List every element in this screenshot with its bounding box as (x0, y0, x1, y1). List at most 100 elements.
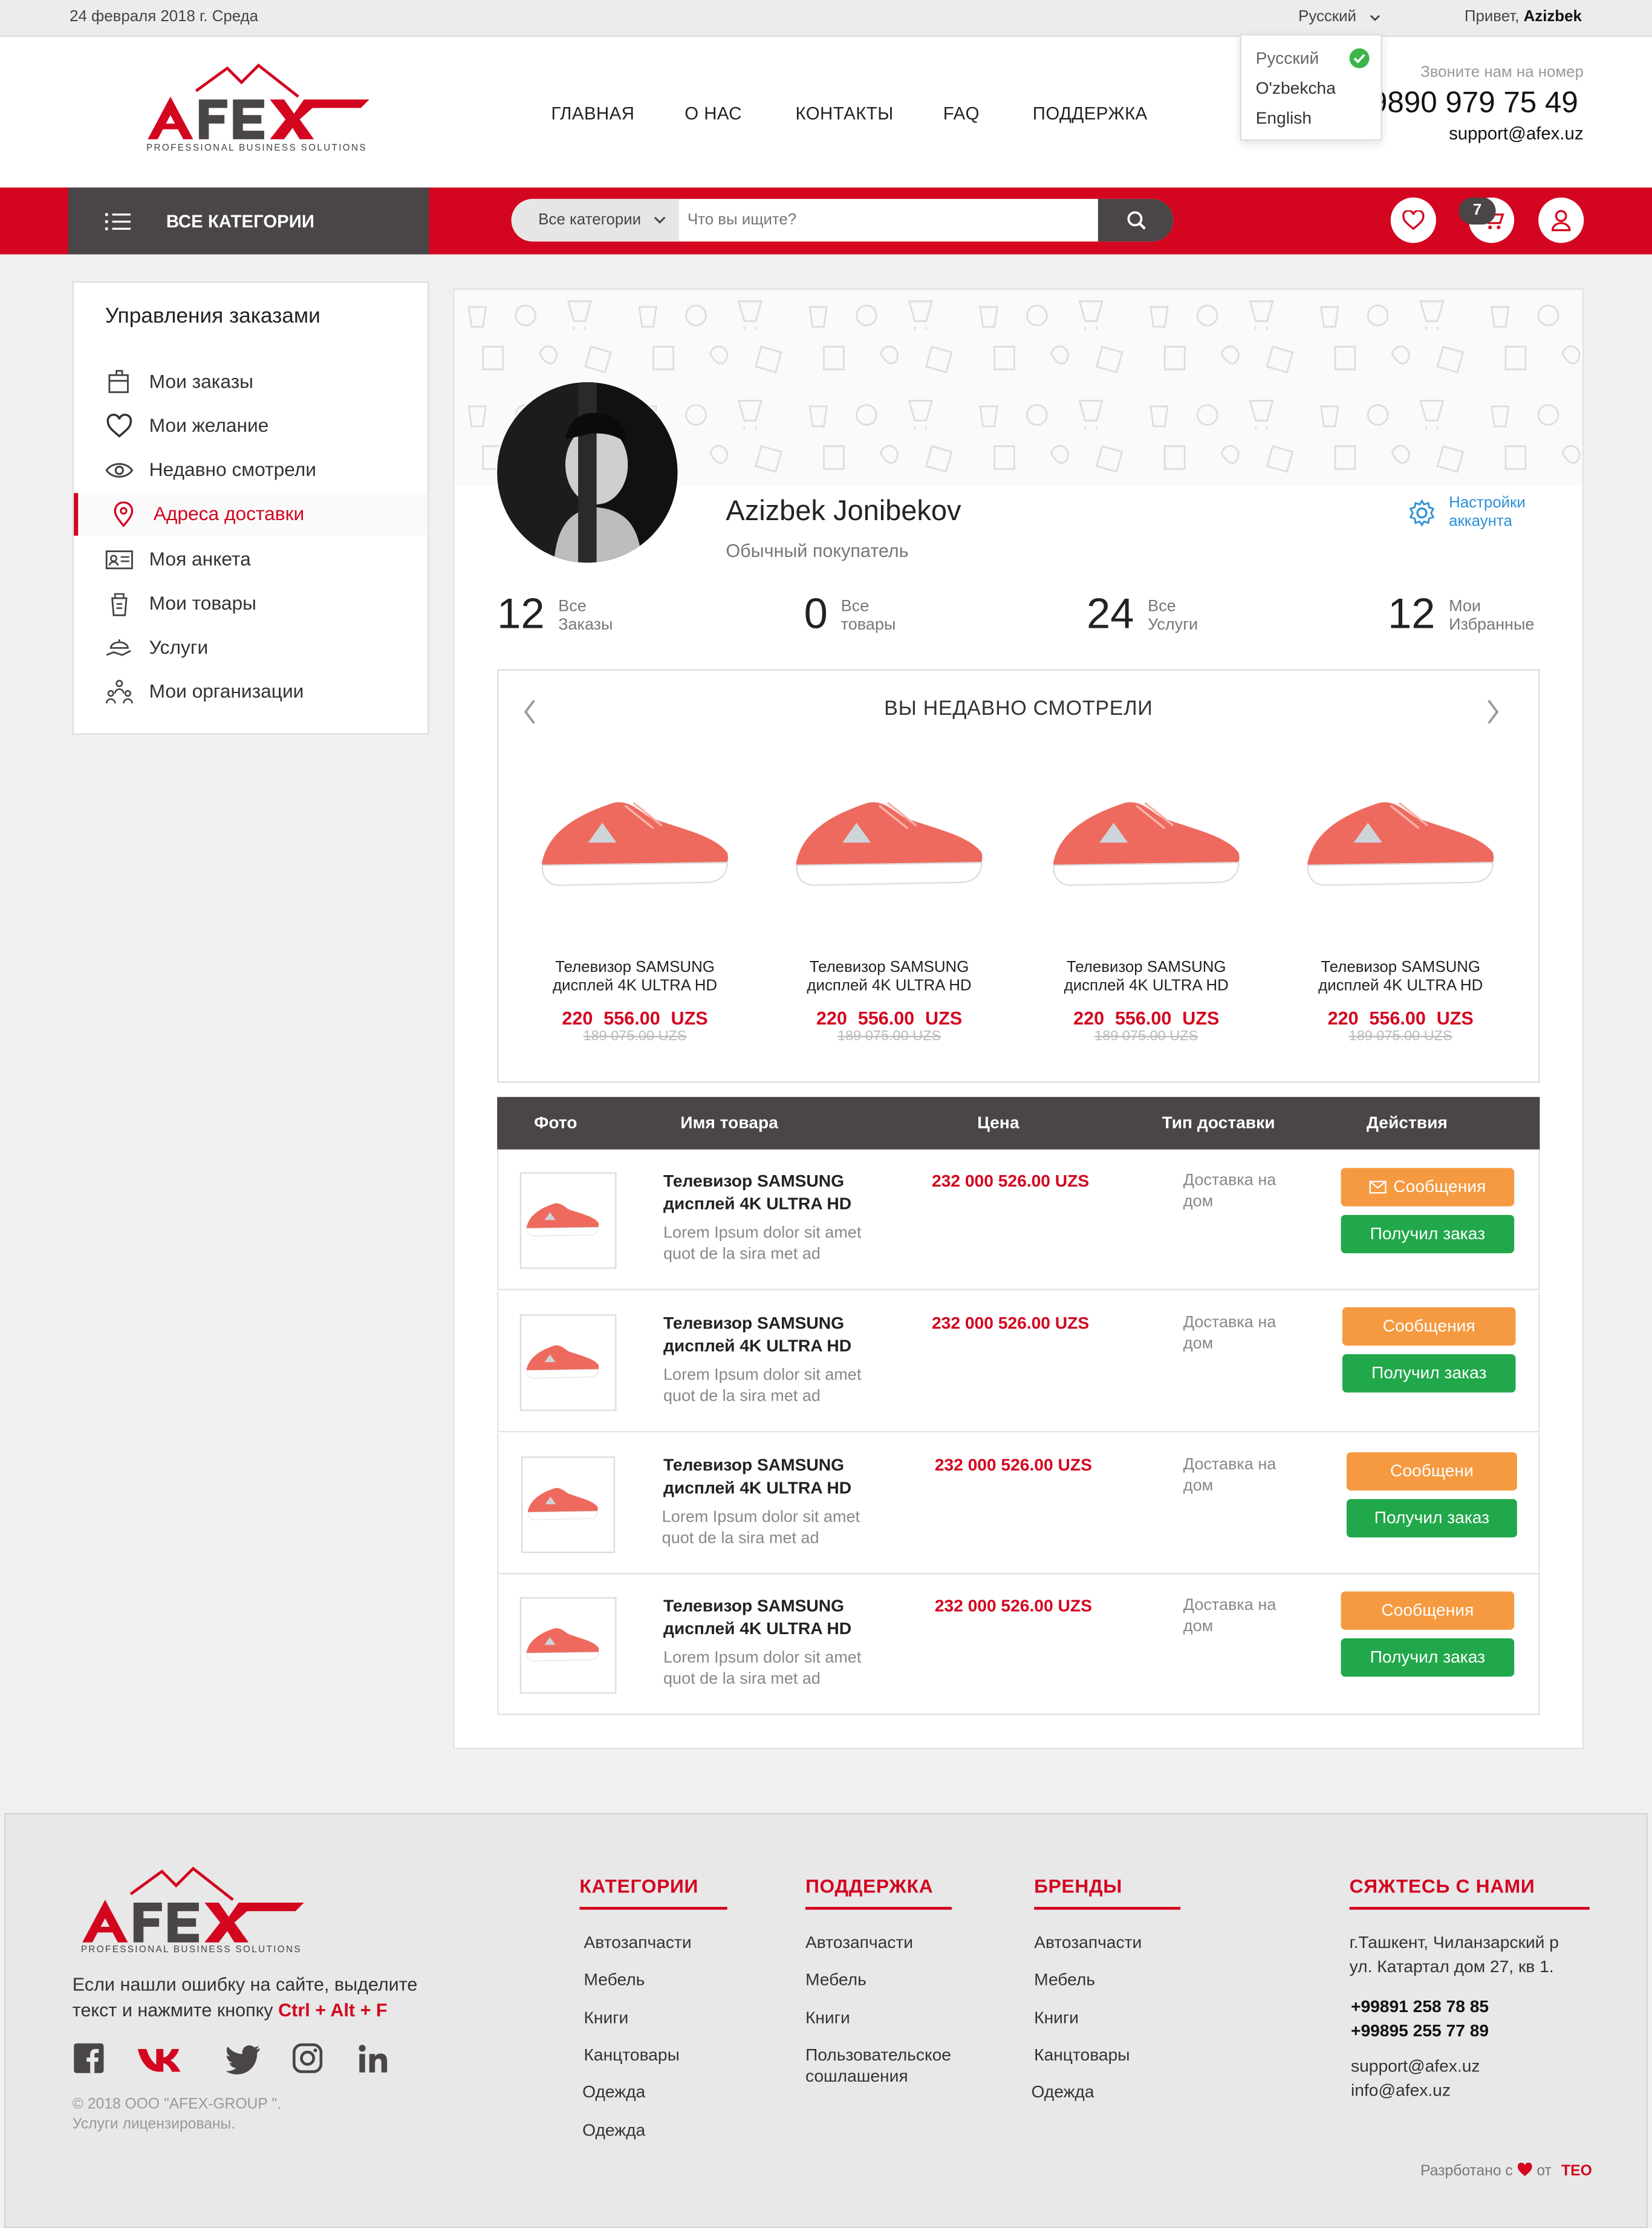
current-date: 24 февраля 2018 г. Среда (70, 8, 258, 26)
order-product-name[interactable]: Телевизор SAMSUNG дисплей 4K ULTRA HD (663, 1454, 891, 1499)
instagram-icon[interactable] (292, 2043, 323, 2073)
heart-icon (106, 414, 132, 438)
footer-heading-underline (805, 1907, 952, 1910)
footer-link[interactable]: Книги (1034, 2008, 1079, 2028)
avatar[interactable] (495, 380, 679, 564)
footer-link[interactable]: Мебель (805, 1969, 867, 1989)
footer-phone-1[interactable]: +99891 258 78 85 (1351, 1995, 1489, 2019)
messages-button[interactable]: Сообщения (1342, 1307, 1516, 1346)
error-report-hotkey: Ctrl + Alt + F (278, 1999, 388, 2021)
stat-value: 12 (1388, 591, 1436, 638)
copyright-line-1: © 2018 ООО "AFEX-GROUP ". (72, 2096, 281, 2113)
support-email[interactable]: support@afex.uz (1449, 123, 1583, 143)
received-order-button[interactable]: Получил заказ (1341, 1214, 1515, 1254)
language-selector[interactable]: Русский (1298, 8, 1380, 25)
sidebar-item-services[interactable]: Услуги (74, 627, 428, 669)
footer-link[interactable]: Канцтовары (584, 2045, 679, 2065)
user-greeting[interactable]: Привет, Azizbek (1465, 8, 1582, 25)
sidebar-item-label: Услуги (149, 636, 209, 658)
order-product-name[interactable]: Телевизор SAMSUNG дисплей 4K ULTRA HD (663, 1594, 891, 1640)
language-option-en[interactable]: English (1256, 108, 1312, 128)
chevron-right-icon[interactable] (1486, 699, 1500, 725)
heart-icon (1517, 2162, 1532, 2177)
received-order-button[interactable]: Получил заказ (1341, 1638, 1515, 1677)
footer-link[interactable]: Мебель (1034, 1969, 1095, 1989)
account-button[interactable] (1538, 197, 1584, 243)
column-header-photo: Фото (534, 1112, 577, 1133)
footer-link[interactable]: Автозапчасти (805, 1932, 913, 1952)
messages-button[interactable]: Сообщени (1346, 1452, 1517, 1491)
footer-link[interactable]: Книги (584, 2008, 628, 2028)
sidebar-item-my-goods[interactable]: Мои товары (74, 582, 428, 625)
nav-support[interactable]: ПОДДЕРЖКА (1033, 104, 1148, 124)
envelope-icon (1369, 1181, 1387, 1194)
footer-link[interactable]: Одежда (582, 2082, 645, 2102)
recent-product-card[interactable]: Телевизор SAMSUNG дисплей 4K ULTRA HD 22… (1026, 774, 1267, 1044)
search-button[interactable] (1098, 198, 1174, 242)
order-price: 232 000 526.00 UZS (932, 1170, 1090, 1191)
order-product-desc: Lorem Ipsum dolor sit amet quot de la si… (663, 1367, 862, 1406)
linkedin-icon[interactable] (358, 2045, 388, 2073)
phone-number[interactable]: 9890 979 75 49 (1371, 86, 1578, 120)
sidebar-item-organizations[interactable]: Мои организации (74, 671, 428, 713)
footer-address: г.Ташкент, Чиланзарский р ул. Катартал д… (1350, 1931, 1559, 1979)
search-input[interactable] (687, 206, 1093, 235)
logo[interactable]: PROFESSIONAL BUSINESS SOLUTIONS (145, 57, 372, 156)
footer-phone-2[interactable]: +99895 255 77 89 (1351, 2019, 1489, 2044)
facebook-icon[interactable] (74, 2043, 104, 2073)
order-thumbnail[interactable] (519, 1314, 617, 1412)
footer-link[interactable]: Мебель (584, 1969, 645, 1989)
order-thumbnail[interactable] (519, 1597, 617, 1694)
messages-button[interactable]: Сообщения (1341, 1591, 1515, 1630)
language-option-ru[interactable]: Русский (1256, 48, 1319, 68)
nav-about[interactable]: О НАС (685, 104, 742, 124)
recent-product-card[interactable]: Телевизор SAMSUNG дисплей 4K ULTRA HD 22… (769, 774, 1010, 1044)
sneaker-thumb-image (526, 1345, 599, 1379)
search-box: Все категории (511, 198, 1174, 242)
product-name: Телевизор SAMSUNG (809, 959, 969, 977)
credits-developer[interactable]: TEO (1561, 2163, 1592, 2180)
footer-link[interactable]: Канцтовары (1034, 2045, 1130, 2065)
vk-icon[interactable] (137, 2046, 190, 2073)
nav-faq[interactable]: FAQ (943, 104, 980, 124)
footer-link[interactable]: Пользовательское сошлашения (805, 2045, 976, 2087)
order-thumbnail[interactable] (521, 1456, 616, 1554)
order-thumbnail[interactable] (519, 1172, 617, 1269)
footer-contact-title: СЯЖТЕСЬ С НАМИ (1349, 1875, 1535, 1897)
nav-home[interactable]: ГЛАВНАЯ (551, 104, 634, 124)
user-name: Azizbek (1523, 8, 1582, 26)
order-product-desc: Lorem Ipsum dolor sit amet quot de la si… (663, 1225, 862, 1263)
footer-link[interactable]: Автозапчасти (584, 1932, 691, 1952)
sidebar-item-label: Недавно смотрели (149, 458, 317, 481)
sidebar-item-my-orders[interactable]: Мои заказы (74, 361, 428, 403)
all-categories-button[interactable]: ВСЕ КАТЕГОРИИ (68, 187, 429, 255)
product-old-price: 189 075.00 UZS (583, 1029, 687, 1044)
footer-email-1[interactable]: support@afex.uz (1351, 2054, 1480, 2079)
footer-logo[interactable]: PROFESSIONAL BUSINESS SOLUTIONS (80, 1860, 307, 1959)
footer-logo-tagline: PROFESSIONAL BUSINESS SOLUTIONS (80, 1945, 302, 1955)
sidebar-item-wishes[interactable]: Мои желание (74, 405, 428, 448)
sidebar-item-my-profile[interactable]: Моя анкета (74, 538, 428, 581)
footer-link[interactable]: Книги (805, 2008, 850, 2028)
received-order-button[interactable]: Получил заказ (1346, 1499, 1517, 1538)
category-select[interactable]: Все категории (511, 198, 679, 242)
footer-link[interactable]: Одежда (1031, 2082, 1094, 2102)
nav-contacts[interactable]: КОНТАКТЫ (795, 104, 893, 124)
order-product-name[interactable]: Телевизор SAMSUNG дисплей 4K ULTRA HD (663, 1170, 891, 1215)
stat-label-2: Заказы (558, 616, 613, 634)
messages-button[interactable]: Сообщения (1341, 1168, 1515, 1207)
footer-link[interactable]: Автозапчасти (1034, 1932, 1142, 1952)
user-icon (1551, 210, 1571, 232)
order-product-name[interactable]: Телевизор SAMSUNG дисплей 4K ULTRA HD (663, 1312, 891, 1357)
recent-product-card[interactable]: Телевизор SAMSUNG дисплей 4K ULTRA HD 22… (514, 774, 755, 1044)
recent-product-card[interactable]: Телевизор SAMSUNG дисплей 4K ULTRA HD 22… (1280, 774, 1521, 1044)
wishlist-button[interactable] (1390, 197, 1436, 243)
received-order-button[interactable]: Получил заказ (1342, 1354, 1516, 1393)
twitter-icon[interactable] (224, 2045, 261, 2075)
language-option-uz[interactable]: O'zbekcha (1256, 78, 1336, 98)
sidebar-item-recently-viewed[interactable]: Недавно смотрели (74, 449, 428, 491)
footer-support-title: ПОДДЕРЖКА (805, 1875, 934, 1897)
footer-email-2[interactable]: info@afex.uz (1351, 2079, 1480, 2103)
footer-link[interactable]: Одежда (582, 2120, 645, 2140)
sidebar-item-delivery-addresses[interactable]: Адреса доставки (74, 493, 428, 536)
